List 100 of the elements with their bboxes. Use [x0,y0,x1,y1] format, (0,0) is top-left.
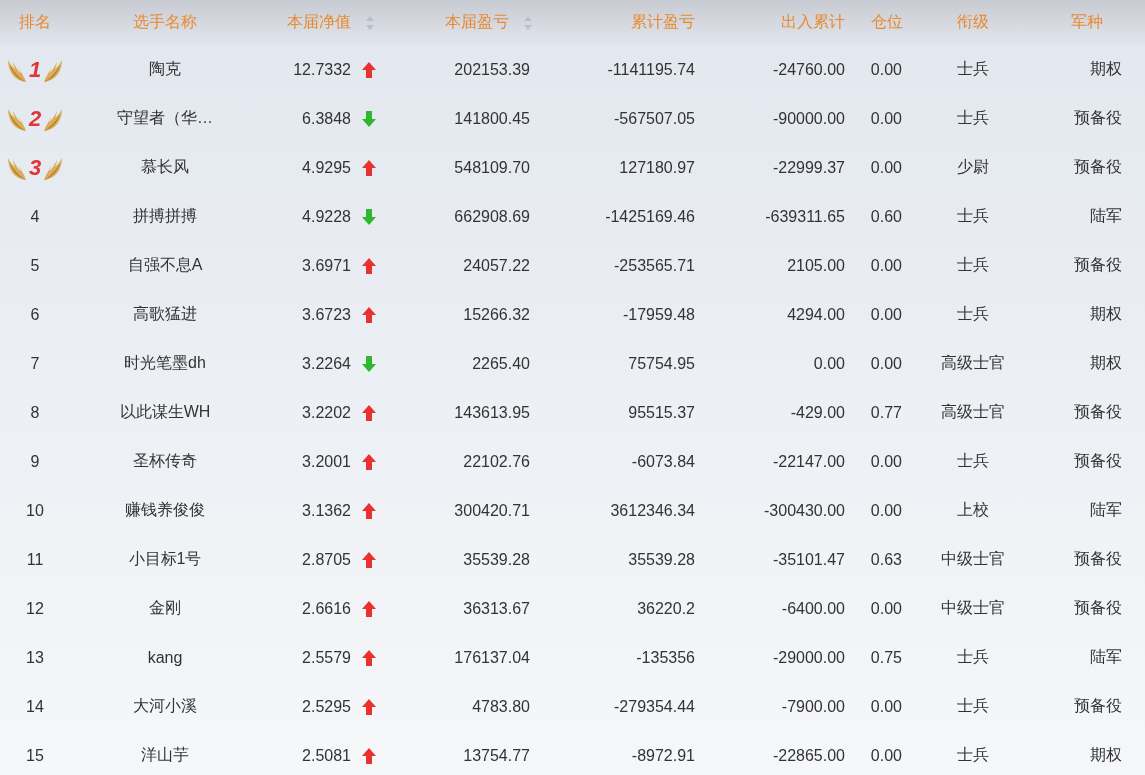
position-ratio: 0.75 [870,648,902,667]
net-value: 2.5579 [302,648,351,667]
military-rank: 士兵 [956,304,989,324]
season-profit: 35539.28 [463,550,530,569]
rank-number: 7 [30,354,40,373]
service-branch: 期权 [1090,353,1122,373]
net-value: 4.9228 [302,207,351,226]
rank-number: 1 [28,56,42,83]
season-profit: 176137.04 [454,648,530,667]
player-name[interactable]: 高歌猛进 [133,304,197,325]
service-branch: 期权 [1090,745,1122,765]
position-ratio: 0.00 [870,256,902,275]
net-value: 4.9295 [302,158,351,177]
position-ratio: 0.63 [870,550,902,569]
column-header: 选手名称 [133,12,197,32]
net-value: 2.8705 [302,550,351,569]
rank-number: 14 [26,697,44,716]
player-name[interactable]: 守望者（华… [117,108,213,129]
season-profit: 300420.71 [454,501,530,520]
total-profit: 36220.2 [637,599,695,618]
column-header: 衔级 [956,12,989,32]
service-branch: 预备役 [1074,108,1122,128]
player-name[interactable]: 圣杯传奇 [133,451,197,472]
service-branch: 预备役 [1074,451,1122,471]
cash-flow-total: -90000.00 [772,109,845,128]
cash-flow-total: -22865.00 [772,746,845,765]
cash-flow-total: -22999.37 [772,158,845,177]
net-value: 3.6971 [302,256,351,275]
net-value: 2.6616 [302,599,351,618]
player-name[interactable]: kang [147,648,183,667]
player-name[interactable]: 赚钱养俊俊 [125,500,205,521]
military-rank: 士兵 [956,255,989,275]
season-profit: 15266.32 [463,305,530,324]
player-name[interactable]: 小目标1号 [128,549,202,570]
military-rank: 中级士官 [940,598,1005,618]
net-value: 3.6723 [302,305,351,324]
cash-flow-total: -29000.00 [772,648,845,667]
military-rank: 士兵 [956,59,989,79]
sort-icon[interactable] [365,14,375,31]
player-name[interactable]: 慕长风 [141,157,189,178]
total-profit: 127180.97 [619,158,695,177]
season-profit: 36313.67 [463,599,530,618]
net-value: 2.5081 [302,746,351,765]
total-profit: -567507.05 [614,109,695,128]
season-profit: 141800.45 [454,109,530,128]
net-value: 2.5295 [302,697,351,716]
net-value: 3.2202 [302,403,351,422]
rank-number: 8 [30,403,40,422]
position-ratio: 0.00 [870,697,902,716]
player-name[interactable]: 拼搏拼搏 [133,206,197,227]
service-branch: 期权 [1090,59,1122,79]
service-branch: 陆军 [1090,500,1122,520]
cash-flow-total: -6400.00 [781,599,845,618]
sort-icon[interactable] [523,14,533,31]
player-name[interactable]: 以此谋生WH [119,402,211,423]
player-name[interactable]: 金刚 [149,598,181,619]
cash-flow-total: -300430.00 [764,501,845,520]
rank-number: 4 [30,207,40,226]
service-branch: 预备役 [1074,598,1122,618]
position-ratio: 0.00 [870,109,902,128]
season-profit: 24057.22 [463,256,530,275]
player-name[interactable]: 大河小溪 [133,696,197,717]
player-name[interactable]: 洋山芋 [141,745,189,766]
total-profit: -135356 [636,648,695,667]
military-rank: 士兵 [956,206,989,226]
cash-flow-total: 4294.00 [787,305,845,324]
service-branch: 陆军 [1090,647,1122,667]
rank-number: 10 [26,501,44,520]
column-header: 累计盈亏 [631,12,695,32]
season-profit: 202153.39 [454,60,530,79]
rank-number: 2 [28,105,42,132]
military-rank: 高级士官 [940,353,1005,373]
total-profit: 3612346.34 [610,501,695,520]
rank-number: 9 [30,452,40,471]
column-header: 军种 [1071,12,1103,32]
position-ratio: 0.00 [870,158,902,177]
rank-number: 3 [28,154,42,181]
position-ratio: 0.00 [870,60,902,79]
service-branch: 预备役 [1074,696,1122,716]
cash-flow-total: -22147.00 [772,452,845,471]
player-name[interactable]: 自强不息A [127,255,203,276]
rank-number: 15 [26,746,44,765]
column-header: 排名 [19,12,51,32]
military-rank: 上校 [956,500,989,520]
cash-flow-total: 0.00 [813,354,845,373]
total-profit: -1425169.46 [605,207,695,226]
total-profit: -8972.91 [631,746,695,765]
total-profit: -279354.44 [614,697,695,716]
player-name[interactable]: 陶克 [149,59,181,80]
position-ratio: 0.00 [870,305,902,324]
net-value: 3.2264 [302,354,351,373]
service-branch: 预备役 [1074,255,1122,275]
total-profit: 35539.28 [628,550,695,569]
total-profit: -253565.71 [614,256,695,275]
position-ratio: 0.00 [870,452,902,471]
position-ratio: 0.60 [870,207,902,226]
rank-number: 11 [26,550,44,569]
net-value: 3.2001 [302,452,351,471]
player-name[interactable]: 时光笔墨dh [124,353,206,374]
military-rank: 士兵 [956,745,989,765]
